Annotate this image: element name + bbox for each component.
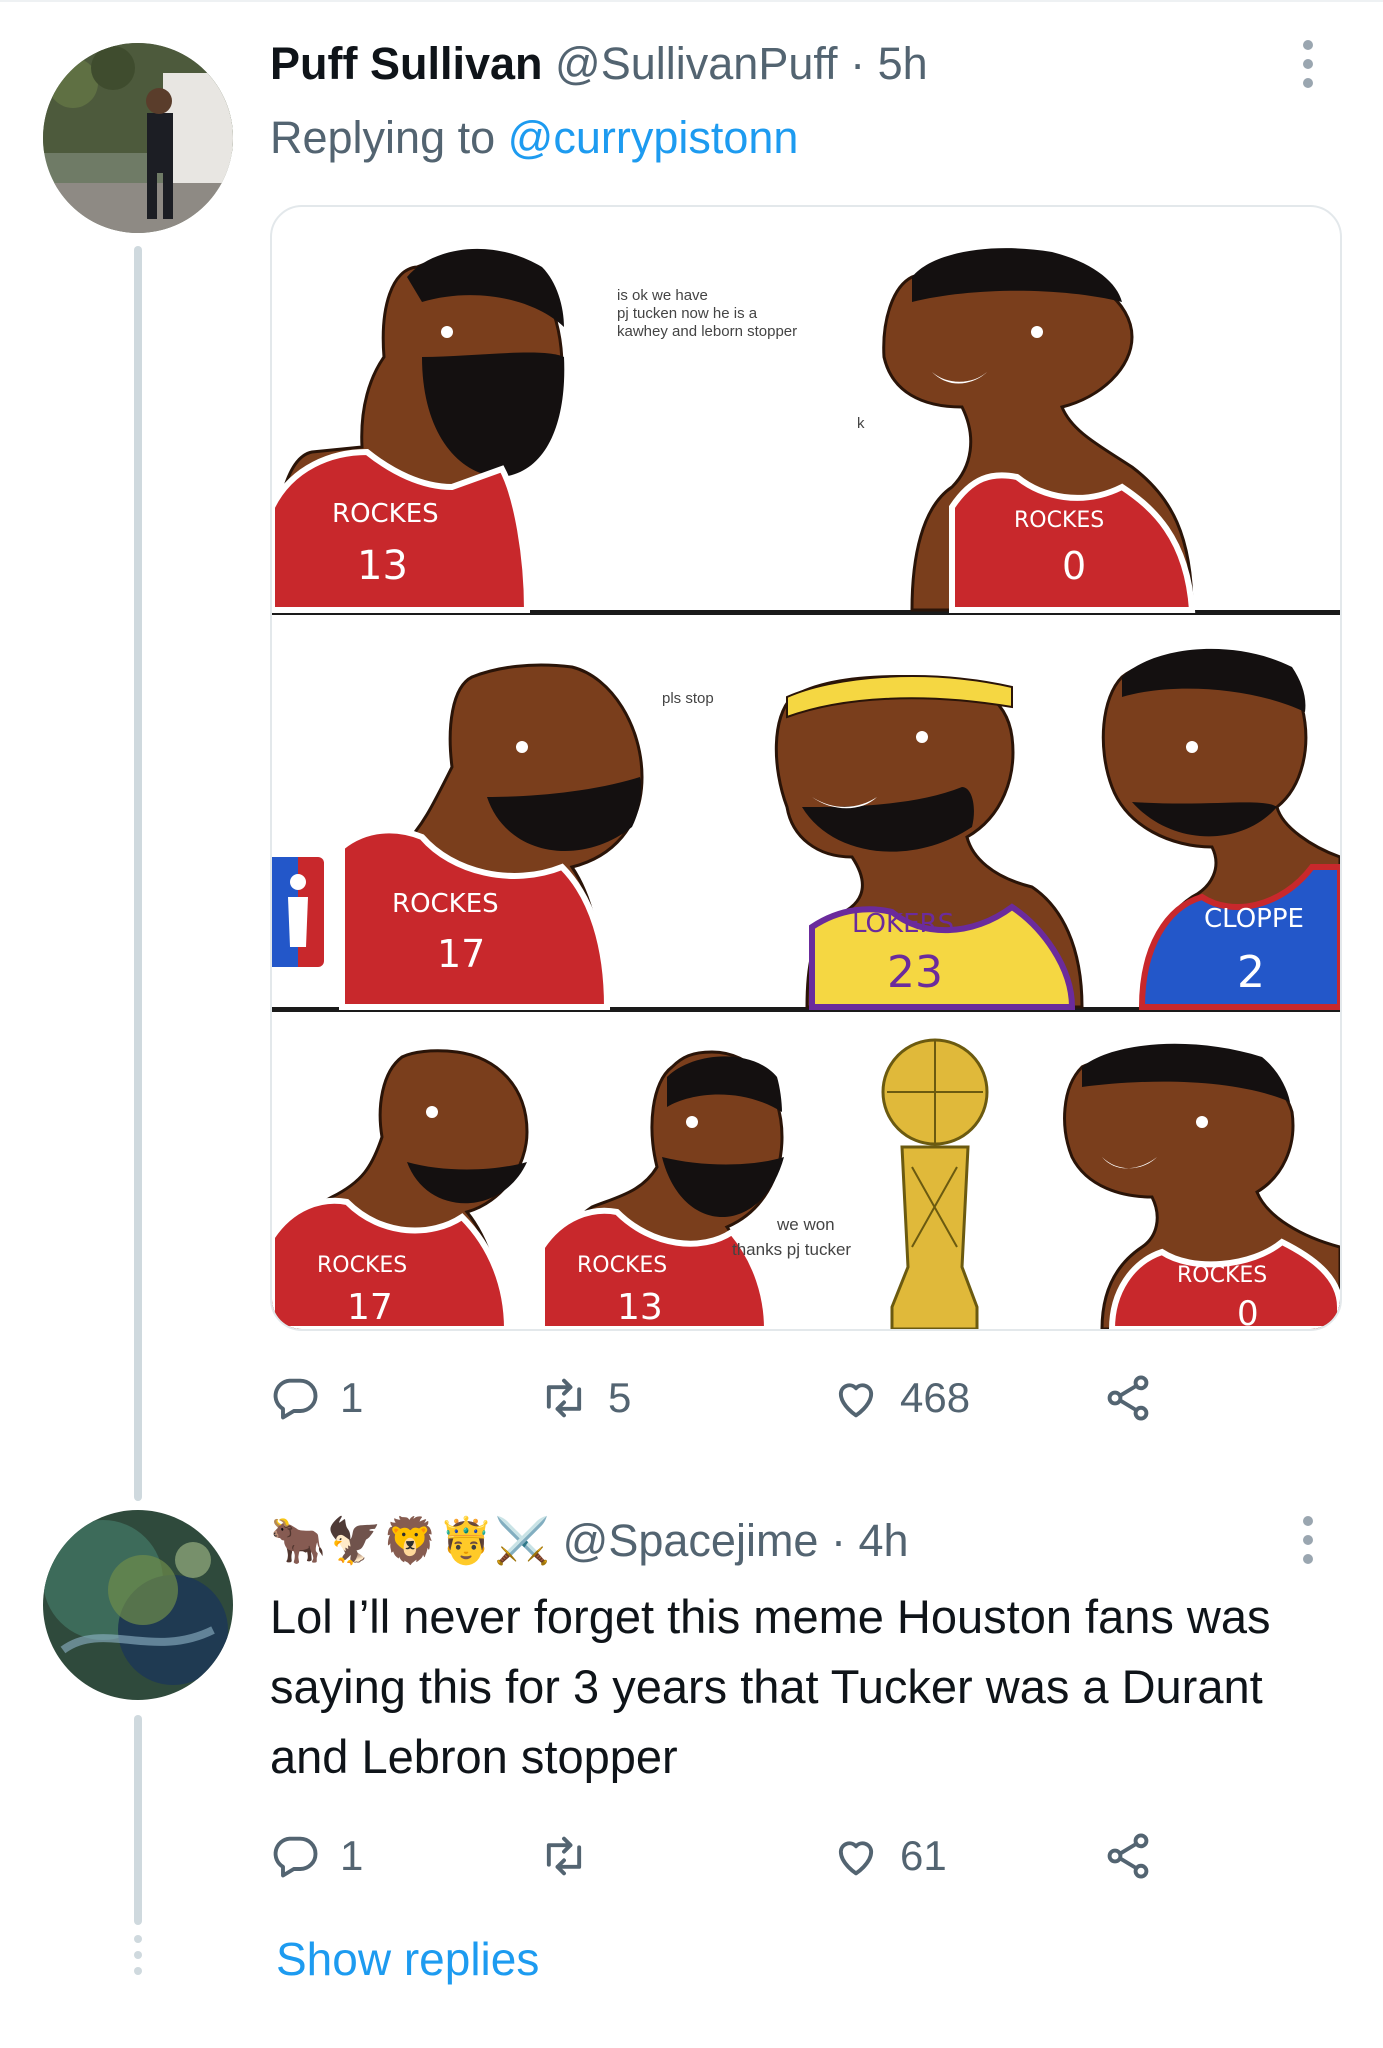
jersey-team: ROCKES — [1014, 508, 1104, 533]
meme-reply: k — [857, 415, 865, 432]
like-count: 468 — [900, 1374, 971, 1421]
tweet-text: Lol I’ll never forget this meme Houston … — [270, 1590, 1271, 1783]
retweet-button[interactable] — [538, 1826, 608, 1886]
separator: · — [830, 1515, 846, 1566]
retweet-icon — [546, 1836, 582, 1876]
jersey-team: ROCKES — [1177, 1263, 1267, 1288]
tweet-actions: 1 5 468 — [270, 1368, 1170, 1428]
separator: · — [850, 38, 866, 89]
thread-more-dots[interactable] — [128, 1935, 148, 1979]
like-icon — [838, 1841, 874, 1876]
jersey-number: 23 — [887, 947, 943, 998]
meme-caption-3: we won thanks pj tucker — [732, 1215, 851, 1259]
tweet-actions: 1 61 — [270, 1826, 1170, 1886]
thread-line — [134, 246, 142, 1501]
svg-text:thanks pj tucker: thanks pj tucker — [732, 1240, 851, 1259]
more-icon[interactable] — [1301, 40, 1315, 97]
top-divider — [0, 0, 1383, 2]
reply-count: 1 — [340, 1374, 364, 1421]
share-button[interactable] — [1102, 1368, 1154, 1428]
jersey-team: LOKERS — [852, 909, 954, 939]
svg-text:we won: we won — [776, 1215, 835, 1234]
tweet-header: 🐂🦅🦁🤴⚔️ @Spacejime · 4h — [270, 1514, 909, 1567]
handle[interactable]: @SullivanPuff — [555, 38, 838, 89]
timestamp[interactable]: 5h — [878, 38, 928, 89]
handle[interactable]: @Spacejime — [563, 1515, 819, 1566]
thread-line — [134, 1715, 142, 1925]
replying-prefix: Replying to — [270, 112, 496, 163]
jersey-team: ROCKES — [577, 1253, 667, 1278]
nba-logo — [272, 857, 324, 967]
jersey-number: 0 — [1237, 1294, 1259, 1329]
svg-text:pj tucken now he is a: pj tucken now he is a — [617, 305, 758, 322]
reply-button[interactable]: 1 — [270, 1826, 363, 1886]
reply-icon — [273, 1836, 318, 1878]
jersey-number: 13 — [617, 1287, 663, 1328]
like-icon — [838, 1383, 874, 1418]
meme-character-lebron: LOKERS 23 — [774, 675, 1084, 1010]
championship-trophy-icon — [881, 1038, 989, 1329]
meme-character-tucker-b: ROCKES 0 — [1063, 1043, 1340, 1329]
meme-caption-1: is ok we have pj tucken now he is a kawh… — [617, 287, 797, 340]
meme-character-harden-17: ROCKES 17 — [339, 663, 644, 1010]
meme-character-kawhi: CLOPPE 2 — [1101, 648, 1340, 1010]
meme-character-harden-13b: ROCKES 13 — [539, 1050, 784, 1329]
display-name[interactable]: Puff Sullivan — [270, 38, 543, 89]
retweet-button[interactable]: 5 — [538, 1368, 631, 1428]
meme-character-harden: ROCKES 13 — [272, 248, 565, 613]
jersey-number: 17 — [347, 1287, 393, 1328]
svg-text:kawhey and leborn stopper: kawhey and leborn stopper — [617, 323, 797, 340]
avatar[interactable] — [43, 43, 233, 233]
like-button[interactable]: 61 — [830, 1826, 947, 1886]
jersey-number: 13 — [357, 543, 408, 589]
jersey-team: ROCKES — [317, 1253, 407, 1278]
meme-character-tucker: ROCKES 0 — [882, 248, 1196, 613]
like-count: 61 — [900, 1832, 947, 1879]
meme-image[interactable]: ROCKES 13 is ok we have pj tucken now he… — [270, 205, 1342, 1331]
display-name-emoji[interactable]: 🐂🦅🦁🤴⚔️ — [270, 1515, 550, 1566]
jersey-team: ROCKES — [392, 889, 499, 919]
show-replies-link[interactable]: Show replies — [276, 1932, 539, 1986]
jersey-team: CLOPPE — [1204, 904, 1304, 934]
more-icon[interactable] — [1301, 1516, 1315, 1573]
tweet-header: Puff Sullivan @SullivanPuff · 5h — [270, 38, 928, 90]
retweet-icon — [546, 1378, 582, 1418]
reply-button[interactable]: 1 — [270, 1368, 363, 1428]
timestamp[interactable]: 4h — [859, 1515, 909, 1566]
jersey-team: ROCKES — [332, 499, 439, 529]
jersey-number: 17 — [437, 932, 485, 976]
replying-to: Replying to @currypistonn — [270, 112, 798, 164]
jersey-number: 2 — [1237, 947, 1265, 998]
meme-character-harden-17b: ROCKES 17 — [272, 1049, 529, 1329]
retweet-count: 5 — [608, 1374, 632, 1421]
reply-icon — [273, 1378, 318, 1420]
share-icon — [1107, 1375, 1149, 1421]
jersey-number: 0 — [1062, 544, 1086, 588]
meme-caption-2: pls stop — [662, 690, 714, 707]
mention-link[interactable]: @currypistonn — [508, 112, 799, 163]
reply-count: 1 — [340, 1832, 364, 1879]
share-button[interactable] — [1102, 1826, 1154, 1886]
share-icon — [1107, 1833, 1149, 1879]
avatar[interactable] — [43, 1510, 233, 1700]
like-button[interactable]: 468 — [830, 1368, 970, 1428]
svg-text:is ok we have: is ok we have — [617, 287, 708, 304]
